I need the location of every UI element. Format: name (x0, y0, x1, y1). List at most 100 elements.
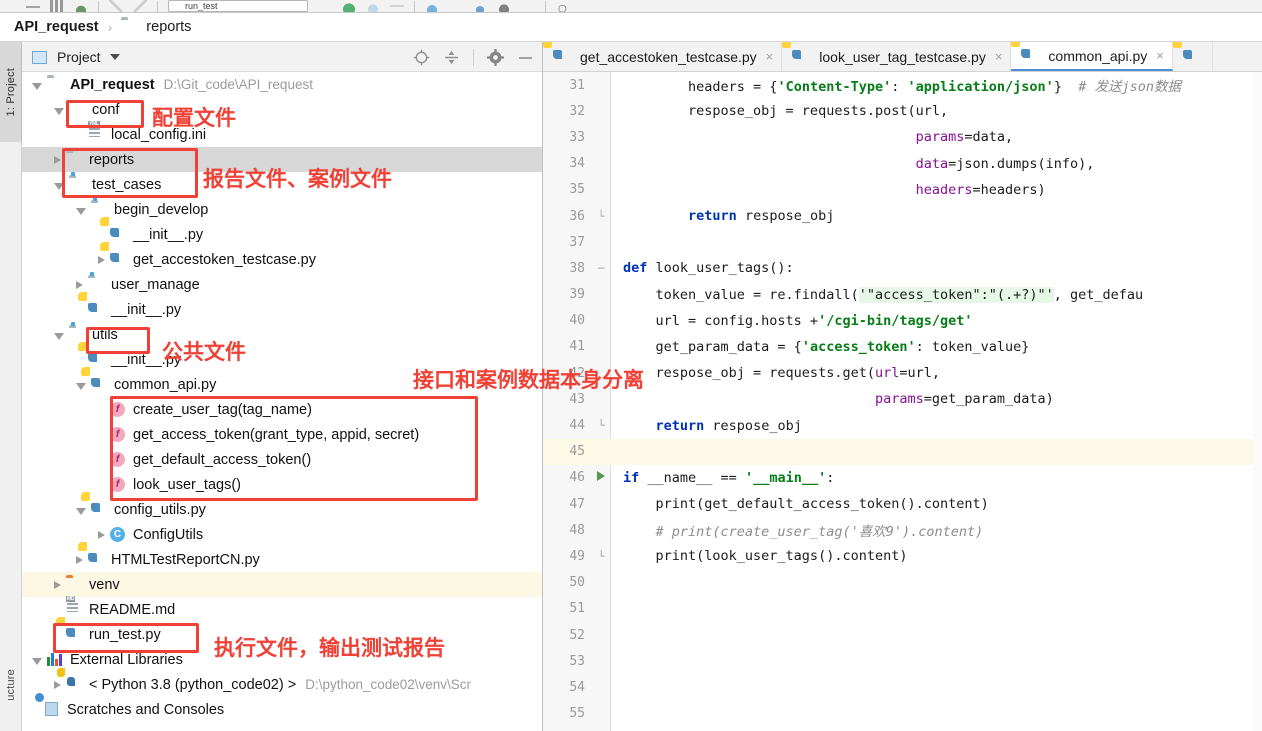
tool-window-button-structure[interactable]: ucture (0, 638, 22, 731)
tree-node-get_default_access_token[interactable]: f get_default_access_token() (22, 447, 542, 472)
code-line[interactable]: 39 token_value = re.findall('"access_tok… (543, 282, 1262, 308)
tree-node-conf[interactable]: conf (22, 97, 542, 122)
tree-node-readme-md[interactable]: MD README.md (22, 595, 542, 622)
chevron-down-icon[interactable] (76, 207, 86, 215)
code-line[interactable]: 34 data=json.dumps(info), (543, 151, 1262, 177)
tree-node-external-libraries[interactable]: External Libraries (22, 647, 542, 672)
tree-node-htmltestreportcn-py[interactable]: HTMLTestReportCN.py (22, 547, 542, 572)
stop-icon[interactable] (390, 0, 404, 12)
tree-node-create_user_tag-tag_name[interactable]: f create_user_tag(tag_name) (22, 397, 542, 422)
chevron-right-icon[interactable] (54, 580, 61, 589)
chevron-right-icon[interactable] (98, 530, 105, 539)
tree-node-user_manage[interactable]: user_manage (22, 272, 542, 297)
code-line[interactable]: 35 headers=headers) (543, 177, 1262, 203)
chevron-down-icon[interactable] (76, 507, 86, 515)
breadcrumb-root[interactable]: API_request (14, 19, 99, 35)
code-line[interactable]: 46 if __name__ == '__main__': (543, 465, 1262, 491)
coverage-icon[interactable] (366, 0, 380, 12)
close-icon[interactable]: × (995, 49, 1003, 64)
editor-tab-get_accestoken_testcase-py[interactable]: get_accestoken_testcase.py × (543, 42, 783, 71)
tree-node-local_config-ini[interactable]: YML local_config.ini (22, 120, 542, 147)
search-icon[interactable] (556, 0, 570, 12)
hide-icon[interactable] (517, 49, 534, 66)
tree-node-configutils[interactable]: C ConfigUtils (22, 522, 542, 547)
editor-vertical-scrollbar[interactable] (1253, 72, 1262, 731)
chevron-down-icon[interactable] (76, 382, 86, 390)
structure-icon[interactable] (50, 0, 64, 12)
git-update-icon[interactable] (425, 0, 439, 12)
code-editor[interactable]: 31 headers = {'Content-Type': 'applicati… (543, 72, 1262, 731)
tree-node-config_utils-py[interactable]: config_utils.py (22, 497, 542, 522)
main-toolbar[interactable]: run_test (0, 0, 1262, 13)
code-line[interactable]: 38 ─ def look_user_tags(): (543, 255, 1262, 281)
code-line[interactable]: 33 params=data, (543, 124, 1262, 150)
tree-node-utils[interactable]: utils (22, 322, 542, 347)
tree-node-test_cases[interactable]: test_cases (22, 172, 542, 197)
tool-window-button-project[interactable]: 1: Project (0, 42, 22, 142)
fold-toggle-icon[interactable]: ─ (591, 262, 611, 275)
save-icon[interactable] (74, 0, 88, 12)
chevron-right-icon[interactable] (76, 280, 83, 289)
editor-tab-common_api-py[interactable]: common_api.py × (1011, 42, 1173, 71)
close-icon[interactable]: × (1156, 48, 1164, 63)
tree-node-run_test-py[interactable]: run_test.py (22, 622, 542, 647)
code-line[interactable]: 53 (543, 648, 1262, 674)
tree-node-reports[interactable]: reports (22, 147, 542, 172)
code-line[interactable]: 45 (543, 438, 1262, 465)
code-line[interactable]: 50 (543, 570, 1262, 596)
tree-node-python-3-8-python_code02[interactable]: < Python 3.8 (python_code02) > D:\python_… (22, 672, 542, 697)
chevron-down-icon[interactable] (32, 82, 42, 90)
editor-tab-bar[interactable]: get_accestoken_testcase.py × look_user_tag… (543, 42, 1262, 72)
run-gutter-icon[interactable] (591, 471, 611, 484)
redo-icon[interactable] (133, 0, 147, 12)
code-line[interactable]: 48 # print(create_user_tag('喜欢9').conten… (543, 517, 1262, 543)
breadcrumb-leaf[interactable]: reports (146, 19, 191, 35)
fold-end-icon[interactable]: └ (591, 210, 611, 223)
code-line[interactable]: 47 print(get_default_access_token().cont… (543, 491, 1262, 517)
chevron-right-icon[interactable] (76, 555, 83, 564)
code-line[interactable]: 51 (543, 596, 1262, 622)
chevron-right-icon[interactable] (54, 155, 61, 164)
code-line[interactable]: 43 params=get_param_data) (543, 386, 1262, 412)
tree-node-venv[interactable]: venv (22, 572, 542, 597)
chevron-down-icon[interactable] (54, 182, 64, 190)
chevron-down-icon[interactable] (54, 107, 64, 115)
fold-end-icon[interactable]: └ (591, 419, 611, 432)
locate-icon[interactable] (413, 49, 430, 66)
tree-node-scratches-and-consoles[interactable]: Scratches and Consoles (22, 697, 542, 722)
debug-icon[interactable] (342, 0, 356, 12)
chevron-down-icon[interactable] (32, 657, 42, 665)
chevron-down-icon[interactable] (54, 332, 64, 340)
tree-node-get_access_token-grant_type-appid-secret[interactable]: f get_access_token(grant_type, appid, sec… (22, 422, 542, 447)
code-line[interactable]: 42 respose_obj = requests.get(url=url, (543, 360, 1262, 386)
code-line[interactable]: 41 get_param_data = {'access_token': tok… (543, 334, 1262, 360)
code-line[interactable]: 49 └ print(look_user_tags().content) (543, 543, 1262, 569)
history-icon[interactable] (473, 0, 487, 12)
fold-end-icon[interactable]: └ (591, 550, 611, 563)
code-line[interactable]: 32 respose_obj = requests.post(url, (543, 98, 1262, 124)
tree-node-look_user_tags[interactable]: f look_user_tags() (22, 472, 542, 497)
tree-node-__init__-py[interactable]: __init__.py (22, 347, 542, 372)
code-line[interactable]: 31 headers = {'Content-Type': 'applicati… (543, 72, 1262, 98)
editor-tab-overflow[interactable] (1173, 42, 1213, 71)
run-icon[interactable] (318, 0, 332, 12)
undo-icon[interactable] (109, 0, 123, 12)
code-line[interactable]: 40 url = config.hosts +'/cgi-bin/tags/ge… (543, 308, 1262, 334)
tree-node-__init__-py[interactable]: __init__.py (22, 297, 542, 322)
settings-gear-icon[interactable] (487, 48, 504, 66)
commit-icon[interactable] (449, 0, 463, 12)
collapse-all-icon[interactable] (443, 49, 460, 66)
tree-node-common_api-py[interactable]: common_api.py (22, 372, 542, 397)
chevron-down-icon[interactable] (109, 53, 120, 60)
revert-icon[interactable] (497, 0, 511, 12)
run-configuration-selector[interactable]: run_test (168, 0, 308, 12)
chevron-right-icon[interactable] (98, 255, 105, 264)
tree-node-get_accestoken_testcase-py[interactable]: get_accestoken_testcase.py (22, 247, 542, 272)
code-line[interactable]: 52 (543, 622, 1262, 648)
editor-tab-look_user_tag_testcase-py[interactable]: look_user_tag_testcase.py × (782, 42, 1012, 71)
chevron-right-icon[interactable] (54, 680, 61, 689)
close-icon[interactable]: × (766, 49, 774, 64)
code-lines[interactable]: 31 headers = {'Content-Type': 'applicati… (543, 72, 1262, 727)
code-line[interactable]: 54 (543, 674, 1262, 700)
project-tree[interactable]: API_request D:\Git_code\API_request conf YM… (22, 72, 542, 722)
